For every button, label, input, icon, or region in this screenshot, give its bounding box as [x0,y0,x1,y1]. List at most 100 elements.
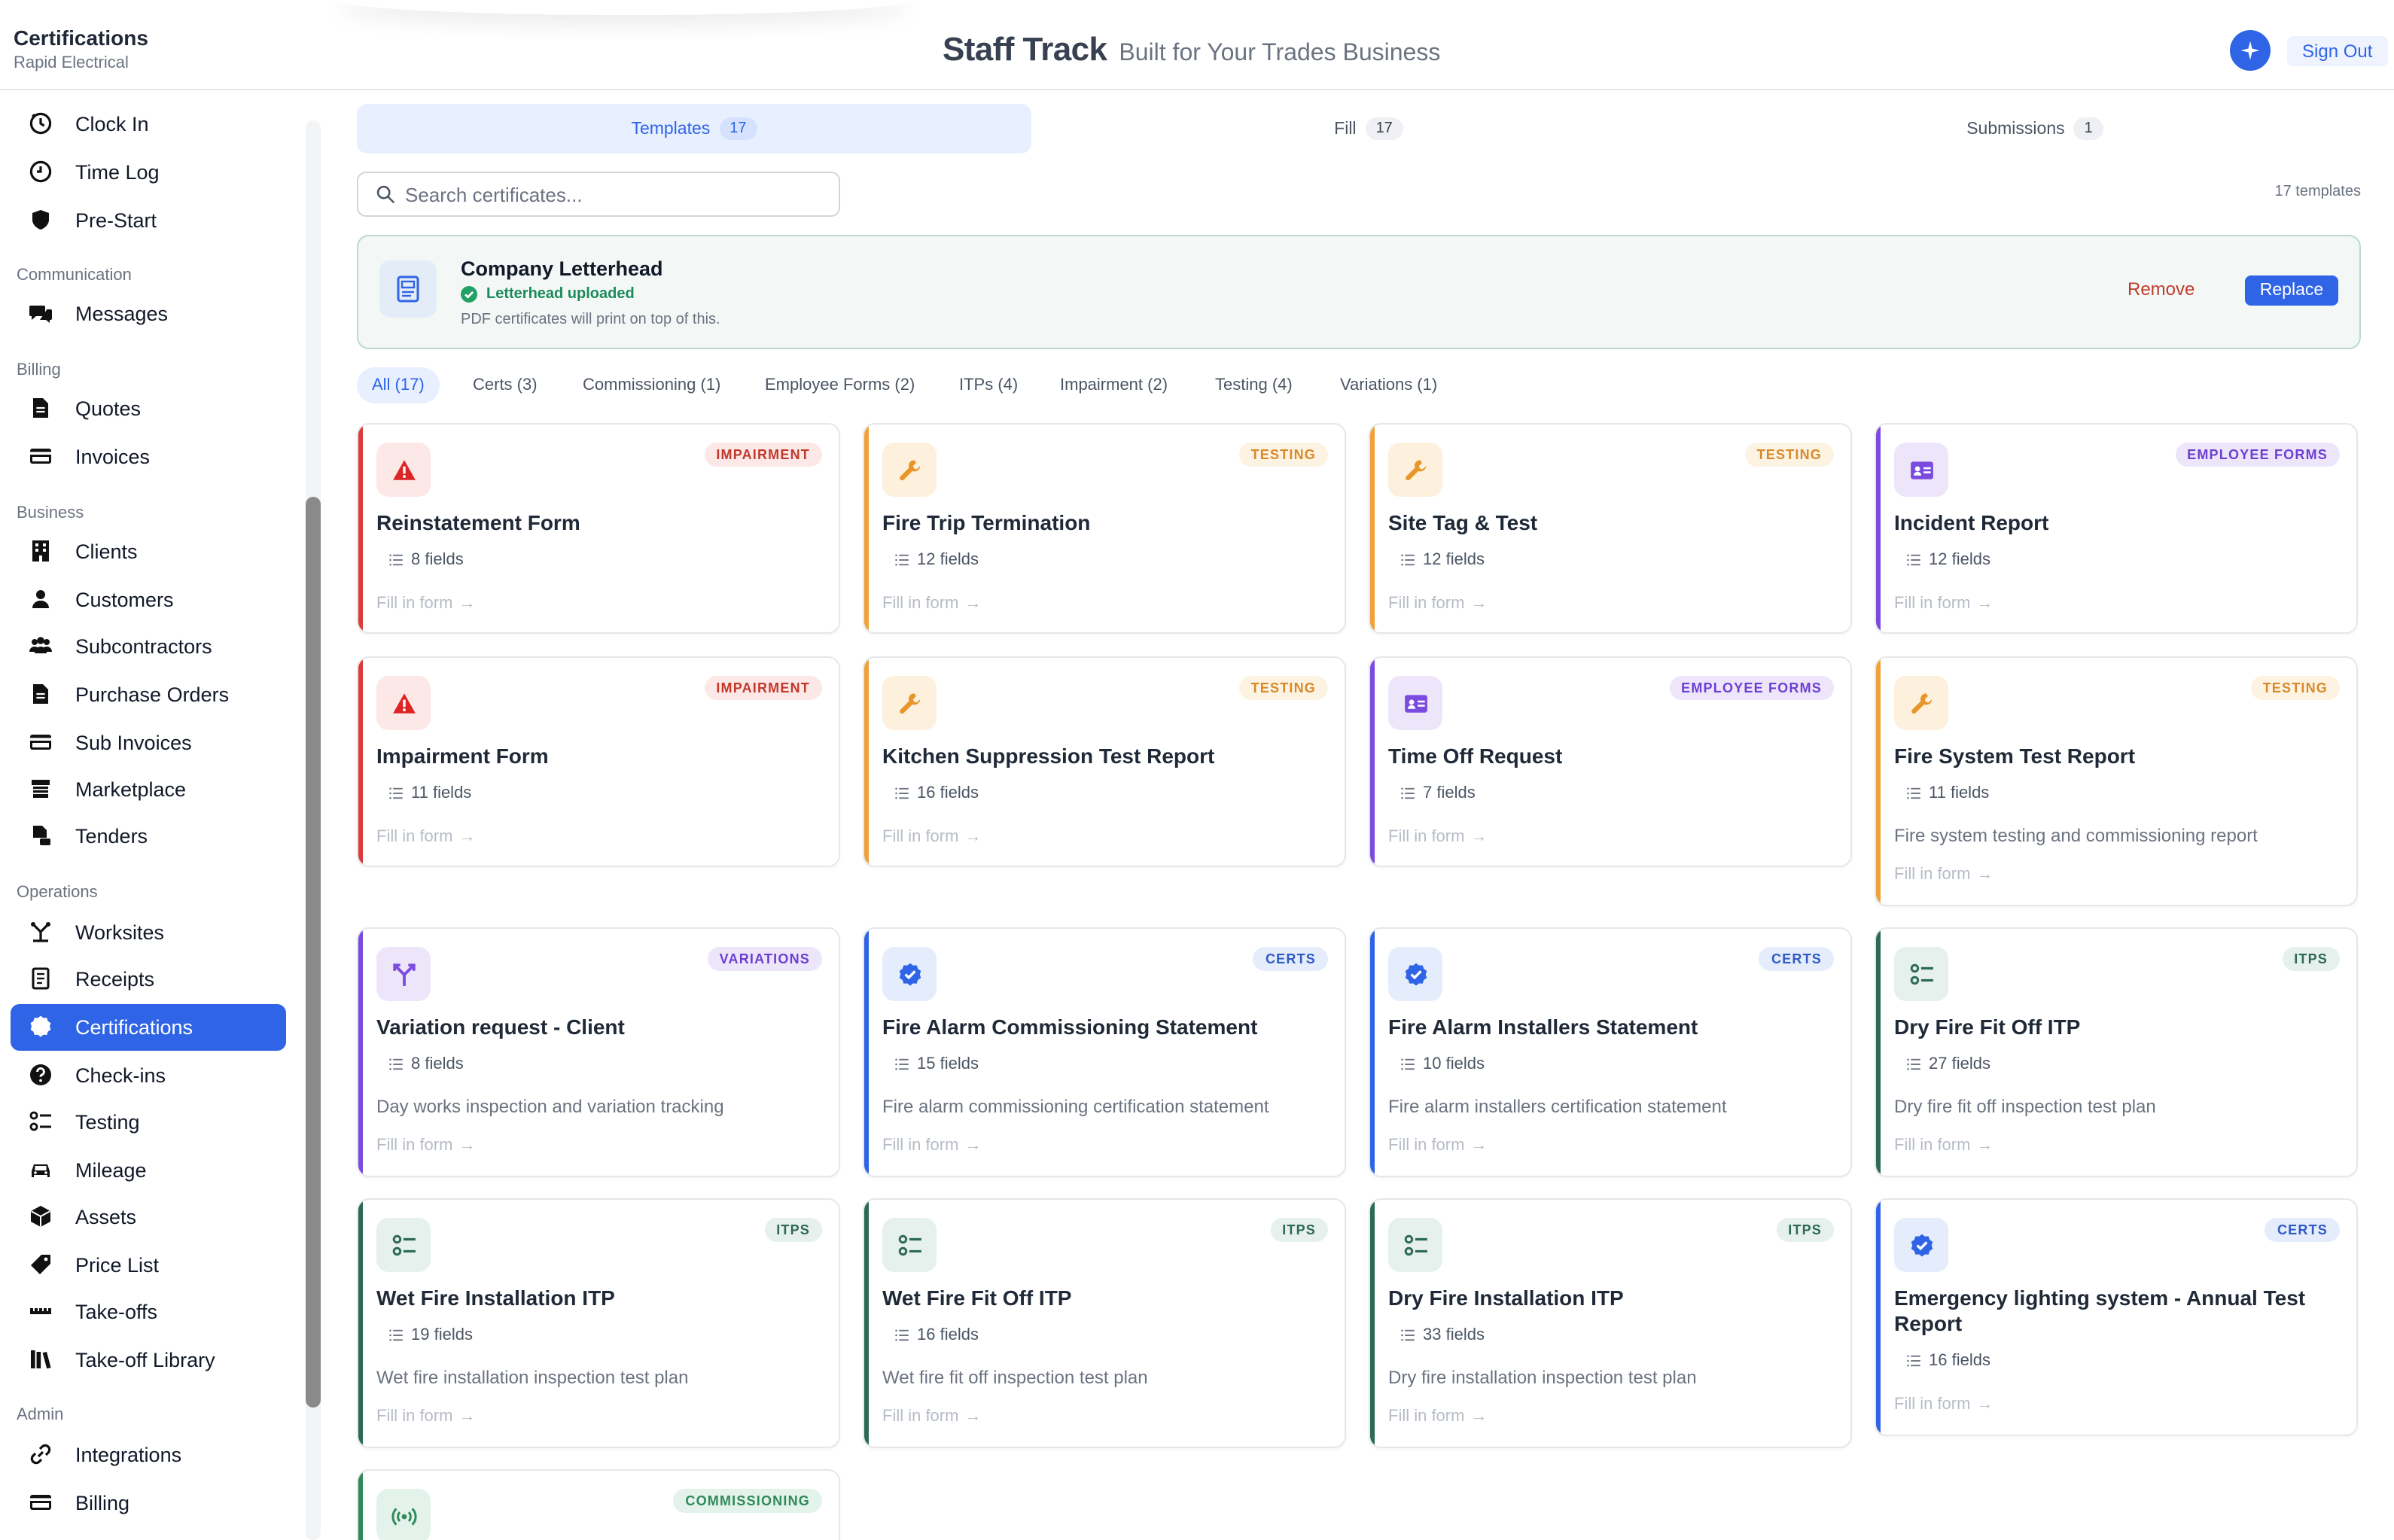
category-badge: IMPAIRMENT [704,676,822,700]
card-icon-box [1388,443,1442,497]
sidebar-item-testing[interactable]: Testing [11,1098,286,1145]
filter-impairment[interactable]: Impairment (2) [1045,367,1183,403]
template-card[interactable]: ITPS Dry Fire Fit Off ITP 27 fields Dry fir… [1875,927,2358,1177]
filter-employee-forms[interactable]: Employee Forms (2) [750,367,930,403]
template-card[interactable]: ITPS Wet Fire Fit Off ITP 16 fields Wet fir… [863,1198,1346,1448]
sidebar-icon-box [29,396,53,420]
field-count-text: 7 fields [1423,784,1476,802]
card-accent-bar [1876,929,1881,1176]
sidebar-item-check-ins[interactable]: Check-ins [11,1052,286,1098]
filter-testing[interactable]: Testing (4) [1200,367,1308,403]
template-card[interactable]: CERTS Fire Alarm Installers Statement 10 f… [1369,927,1852,1177]
template-card[interactable]: ITPS Wet Fire Installation ITP 19 fields We… [357,1198,840,1448]
sidebar-item-clock-in[interactable]: Clock In [11,100,286,147]
ai-assistant-button[interactable] [2230,30,2271,71]
tab-submissions[interactable]: Submissions 1 [1706,104,2364,154]
sidebar-item-invoices[interactable]: Invoices [11,433,286,479]
arrow-right-icon: → [458,595,476,613]
template-card[interactable]: EMPLOYEE FORMS Time Off Request 7 fields Fi… [1369,656,1852,867]
sidebar-item-subcontractors[interactable]: Subcontractors [11,622,286,669]
sidebar-item-take-off-library[interactable]: Take-off Library [11,1336,286,1383]
fill-in-form-link[interactable]: Fill in form → [376,828,475,846]
sidebar-item-assets[interactable]: Assets [11,1193,286,1240]
fill-in-form-link[interactable]: Fill in form → [882,1137,981,1155]
sidebar-item-label: Certifications [75,1015,193,1038]
fill-in-form-link[interactable]: Fill in form → [376,1137,475,1155]
sidebar-item-tenders[interactable]: Tenders [11,812,286,859]
filter-all[interactable]: All (17) [357,367,440,403]
category-badge: ITPS [1776,1218,1834,1242]
card-icon [30,1495,51,1510]
card-description: Wet fire installation inspection test pl… [376,1367,689,1388]
template-card[interactable]: TESTING Kitchen Suppression Test Report 16… [863,656,1346,867]
template-card[interactable]: EMPLOYEE FORMS Incident Report 12 fields Fi… [1875,423,2358,634]
fill-in-form-link[interactable]: Fill in form → [1894,866,1993,884]
sidebar-item-purchase-orders[interactable]: Purchase Orders [11,671,286,717]
sidebar-item-price-list[interactable]: Price List [11,1241,286,1288]
template-count: 17 templates [2274,184,2361,200]
fill-in-form-link[interactable]: Fill in form → [376,595,475,613]
template-card[interactable]: TESTING Fire System Test Report 11 fields F… [1875,656,2358,906]
template-card[interactable]: VARIATIONS Variation request - Client 8 fi… [357,927,840,1177]
search-input[interactable]: Search certificates... [357,172,840,217]
sidebar-item-marketplace[interactable]: Marketplace [11,765,286,812]
sidebar-icon-box [29,823,53,848]
remove-letterhead-button[interactable]: Remove [2127,278,2194,300]
template-card[interactable]: TESTING Site Tag & Test 12 fields Fill in f… [1369,423,1852,634]
sidebar-item-receipts[interactable]: Receipts [11,955,286,1002]
replace-letterhead-button[interactable]: Replace [2245,275,2338,306]
sidebar-item-customers[interactable]: Customers [11,576,286,622]
sidebar-item-worksites[interactable]: Worksites [11,908,286,955]
filter-commissioning[interactable]: Commissioning (1) [568,367,736,403]
template-card[interactable]: COMMISSIONING [357,1469,840,1540]
sidebar-item-messages[interactable]: Messages [11,290,286,336]
sidebar-item-time-log[interactable]: Time Log [11,148,286,195]
filter-variations[interactable]: Variations (1) [1325,367,1452,403]
field-count-text: 11 fields [411,784,472,802]
fill-in-form-label: Fill in form [1894,1395,1971,1414]
sidebar-section-heading: Business [17,504,84,522]
fill-in-form-link[interactable]: Fill in form → [376,1408,475,1426]
fill-in-form-link[interactable]: Fill in form → [1894,595,1993,613]
filter-itps[interactable]: ITPs (4) [944,367,1033,403]
sidebar-scrollbar-thumb[interactable] [306,497,321,1408]
template-card[interactable]: IMPAIRMENT Reinstatement Form 8 fields Fill… [357,423,840,634]
template-card[interactable]: CERTS Fire Alarm Commissioning Statement 1… [863,927,1346,1177]
template-card[interactable]: IMPAIRMENT Impairment Form 11 fields Fill i… [357,656,840,867]
card-icon-box [1388,947,1442,1001]
card-title: Incident Report [1894,510,2049,534]
field-count: 8 fields [388,551,464,569]
fill-in-form-link[interactable]: Fill in form → [1388,595,1487,613]
fill-in-form-link[interactable]: Fill in form → [1388,1408,1487,1426]
fill-in-form-link[interactable]: Fill in form → [882,1408,981,1426]
sidebar-item-mileage[interactable]: Mileage [11,1146,286,1193]
sidebar-item-pre-start[interactable]: Pre-Start [11,196,286,243]
fill-in-form-link[interactable]: Fill in form → [882,828,981,846]
field-count-text: 15 fields [917,1055,979,1073]
template-card[interactable]: ITPS Dry Fire Installation ITP 33 fields Dr… [1369,1198,1852,1448]
sidebar-item-billing[interactable]: Billing [11,1479,286,1526]
fill-in-form-link[interactable]: Fill in form → [882,595,981,613]
card-accent-bar [1876,658,1881,905]
sign-out-button[interactable]: Sign Out [2287,36,2388,66]
template-card[interactable]: CERTS Emergency lighting system - Annual … [1875,1198,2358,1436]
fill-in-form-link[interactable]: Fill in form → [1388,1137,1487,1155]
sidebar-item-sub-invoices[interactable]: Sub Invoices [11,719,286,765]
card-icon-box [882,1218,937,1272]
fill-in-form-label: Fill in form [1388,595,1465,613]
tab-templates[interactable]: Templates 17 [357,104,1031,154]
fill-in-form-link[interactable]: Fill in form → [1894,1137,1993,1155]
tab-fill[interactable]: Fill 17 [1031,104,1706,154]
sidebar-item-take-offs[interactable]: Take-offs [11,1288,286,1335]
fill-in-form-link[interactable]: Fill in form → [1388,828,1487,846]
filter-certs[interactable]: Certs (3) [458,367,553,403]
sidebar-item-integrations[interactable]: Integrations [11,1431,286,1478]
wrench-icon [1405,459,1426,480]
fill-in-form-link[interactable]: Fill in form → [1894,1395,1993,1414]
sidebar-item-clients[interactable]: Clients [11,528,286,574]
card-title: Fire System Test Report [1894,744,2136,768]
card-accent-bar [1370,425,1375,632]
sidebar-item-quotes[interactable]: Quotes [11,385,286,431]
sidebar-item-certifications[interactable]: Certifications [11,1003,286,1050]
template-card[interactable]: TESTING Fire Trip Termination 12 fields Fil… [863,423,1346,634]
